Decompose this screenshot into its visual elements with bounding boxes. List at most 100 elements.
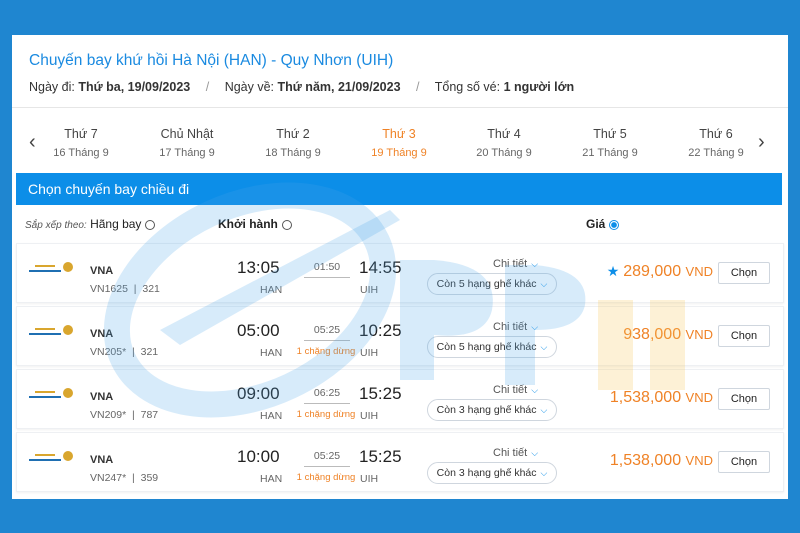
date-tab-4[interactable]: Thứ 4 20 Tháng 9 xyxy=(459,127,549,159)
arrival-airport: UIH xyxy=(360,410,379,422)
date-tab-1[interactable]: Chủ Nhật 17 Tháng 9 xyxy=(142,127,232,159)
flight-number: VN1625 | 321 xyxy=(90,283,160,295)
airline-name: VNA xyxy=(90,391,114,403)
arrival-time: 10:25 xyxy=(359,321,402,340)
select-flight-button[interactable]: Chọn xyxy=(718,451,770,473)
chevron-down-icon: ⌵ xyxy=(540,342,548,352)
date-tab-weekday: Thứ 2 xyxy=(276,127,310,141)
date-tab-6[interactable]: Thứ 6 22 Tháng 9 xyxy=(671,127,761,159)
date-tab-weekday: Thứ 5 xyxy=(593,127,627,141)
section-title: Chọn chuyến bay chiều đi xyxy=(28,181,190,197)
details-toggle[interactable]: Chi tiết ⌵ xyxy=(493,447,538,459)
flight-number: VN209* | 787 xyxy=(90,409,159,421)
departure-airport: HAN xyxy=(260,347,283,359)
fare-price: 1,538,000 VND xyxy=(609,452,713,469)
departure-airport: HAN xyxy=(260,284,283,296)
arrival-time: 14:55 xyxy=(359,258,402,277)
date-tab-date: 19 Tháng 9 xyxy=(371,147,427,159)
date-tab-5[interactable]: Thứ 5 21 Tháng 9 xyxy=(565,127,655,159)
chevron-down-icon: ⌵ xyxy=(531,259,539,269)
date-tab-date: 20 Tháng 9 xyxy=(476,147,532,159)
chevron-left-icon[interactable]: ‹ xyxy=(29,131,36,154)
sort-price-radio[interactable] xyxy=(609,219,620,230)
arrival-airport: UIH xyxy=(360,347,379,359)
date-tab-date: 22 Tháng 9 xyxy=(688,147,744,159)
vietnam-airlines-logo xyxy=(29,388,73,398)
flight-duration: 05:25 xyxy=(313,450,341,462)
departure-time: 10:00 xyxy=(237,447,280,466)
sort-airline-radio[interactable] xyxy=(145,219,156,230)
chevron-down-icon: ⌵ xyxy=(531,448,539,458)
seat-classes-dropdown[interactable]: Còn 5 hạng ghế khác ⌵ xyxy=(427,273,557,295)
flight-row: VNA VN247* | 359 10:00 HAN 05:25 1 chặng… xyxy=(16,432,784,492)
stops-info: 1 chặng dừng xyxy=(296,346,356,357)
sort-by: Sắp xếp theo: Hãng bay xyxy=(25,217,156,231)
sort-price-label: Giá xyxy=(586,217,606,231)
return-label: Ngày về: xyxy=(224,80,275,94)
sort-price[interactable]: Giá xyxy=(586,217,620,231)
date-tab-weekday: Thứ 4 xyxy=(487,127,521,141)
page-title: Chuyến bay khứ hồi Hà Nội (HAN) - Quy Nh… xyxy=(29,52,394,69)
seat-classes-dropdown[interactable]: Còn 5 hạng ghế khác ⌵ xyxy=(427,336,557,358)
stops-info: 1 chặng dừng xyxy=(296,472,356,483)
date-tab-date: 18 Tháng 9 xyxy=(265,147,321,159)
route-line xyxy=(304,466,350,467)
details-toggle[interactable]: Chi tiết ⌵ xyxy=(493,258,538,270)
date-tab-date: 16 Tháng 9 xyxy=(53,147,109,159)
sort-bar: Sắp xếp theo: Hãng bay Khởi hành Giá xyxy=(12,207,788,237)
fare-price: ★ 289,000 VND xyxy=(606,263,713,280)
tickets-value: 1 người lớn xyxy=(503,80,575,94)
departure-time: 13:05 xyxy=(237,258,280,277)
route-line xyxy=(304,340,350,341)
separator: / xyxy=(205,80,210,94)
vietnam-airlines-logo xyxy=(29,325,73,335)
flight-duration: 01:50 xyxy=(313,261,341,273)
chevron-down-icon: ⌵ xyxy=(540,405,548,415)
date-tab-date: 17 Tháng 9 xyxy=(159,147,215,159)
section-header: Chọn chuyến bay chiều đi xyxy=(16,173,782,205)
departure-time: 05:00 xyxy=(237,321,280,340)
seat-classes-dropdown[interactable]: Còn 3 hạng ghế khác ⌵ xyxy=(427,399,557,421)
route-line xyxy=(304,277,350,278)
flight-duration: 06:25 xyxy=(313,387,341,399)
arrival-time: 15:25 xyxy=(359,384,402,403)
date-tab-2[interactable]: Thứ 2 18 Tháng 9 xyxy=(248,127,338,159)
details-toggle[interactable]: Chi tiết ⌵ xyxy=(493,321,538,333)
search-summary-header: Chuyến bay khứ hồi Hà Nội (HAN) - Quy Nh… xyxy=(12,35,788,108)
date-tab-3[interactable]: Thứ 3 19 Tháng 9 xyxy=(354,127,444,159)
depart-label: Ngày đi: xyxy=(29,80,75,94)
airline-name: VNA xyxy=(90,328,114,340)
details-toggle[interactable]: Chi tiết ⌵ xyxy=(493,384,538,396)
flight-row: VNA VN1625 | 321 13:05 HAN 01:50 14:55 U… xyxy=(16,243,784,303)
fare-price: 1,538,000 VND xyxy=(609,389,713,406)
flight-row: VNA VN209* | 787 09:00 HAN 06:25 1 chặng… xyxy=(16,369,784,429)
select-flight-button[interactable]: Chọn xyxy=(718,388,770,410)
select-flight-button[interactable]: Chọn xyxy=(718,325,770,347)
search-meta: Ngày đi: Thứ ba, 19/09/2023 / Ngày về: T… xyxy=(29,80,574,94)
date-tab-0[interactable]: Thứ 7 16 Tháng 9 xyxy=(36,127,126,159)
select-flight-button[interactable]: Chọn xyxy=(718,262,770,284)
route-line xyxy=(304,403,350,404)
flight-number: VN205* | 321 xyxy=(90,346,159,358)
sort-airline-label[interactable]: Hãng bay xyxy=(90,217,141,231)
date-tab-date: 21 Tháng 9 xyxy=(582,147,638,159)
flight-results-panel: Chuyến bay khứ hồi Hà Nội (HAN) - Quy Nh… xyxy=(12,35,788,499)
arrival-time: 15:25 xyxy=(359,447,402,466)
seat-classes-dropdown[interactable]: Còn 3 hạng ghế khác ⌵ xyxy=(427,462,557,484)
sort-departure-label: Khởi hành xyxy=(218,217,278,231)
sort-departure[interactable]: Khởi hành xyxy=(218,217,292,231)
fare-price: 938,000 VND xyxy=(623,326,713,343)
chevron-down-icon: ⌵ xyxy=(531,322,539,332)
vietnam-airlines-logo xyxy=(29,451,73,461)
arrival-airport: UIH xyxy=(360,473,379,485)
departure-airport: HAN xyxy=(260,473,283,485)
date-tab-weekday: Thứ 6 xyxy=(699,127,733,141)
airline-name: VNA xyxy=(90,454,114,466)
departure-time: 09:00 xyxy=(237,384,280,403)
chevron-down-icon: ⌵ xyxy=(540,468,548,478)
separator: / xyxy=(416,80,420,94)
sort-departure-radio[interactable] xyxy=(281,219,292,230)
vietnam-airlines-logo xyxy=(29,262,73,272)
flight-number: VN247* | 359 xyxy=(90,472,159,484)
arrival-airport: UIH xyxy=(360,284,379,296)
